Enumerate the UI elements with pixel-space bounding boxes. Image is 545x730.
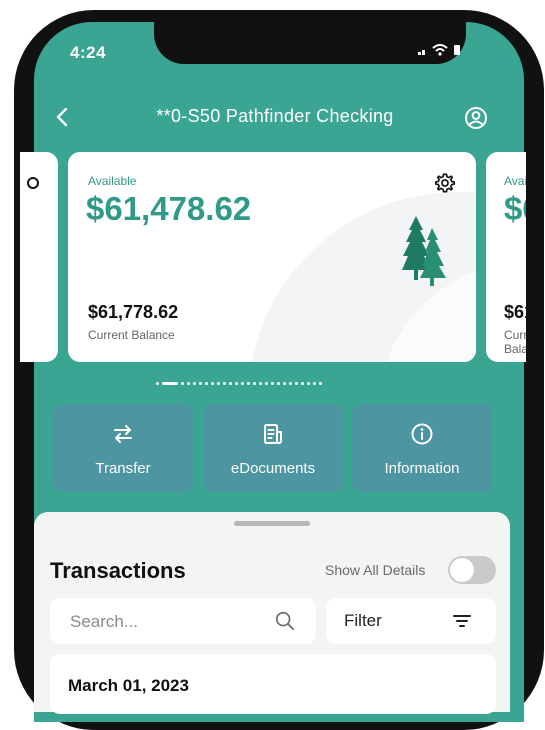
- pager-dot[interactable]: [283, 381, 286, 385]
- search-field[interactable]: [50, 598, 316, 644]
- pager-dot[interactable]: [181, 381, 184, 385]
- pager-dot[interactable]: [223, 381, 226, 385]
- pager-dot-active[interactable]: [162, 381, 178, 385]
- pager-dot[interactable]: [187, 381, 190, 385]
- edocuments-button[interactable]: eDocuments: [203, 404, 343, 492]
- pager-dot[interactable]: [289, 381, 292, 385]
- info-icon: [411, 423, 433, 445]
- pager-dot[interactable]: [229, 381, 232, 385]
- next-card-current-amount: $61,778.62: [504, 302, 526, 322]
- account-card-previous[interactable]: [20, 152, 58, 362]
- pager-dot[interactable]: [301, 381, 304, 385]
- gear-icon[interactable]: [434, 172, 456, 194]
- account-card[interactable]: Available $61,478.62 $61,778.62 Current …: [68, 152, 476, 362]
- current-balance-label: Current Balance: [88, 328, 175, 342]
- search-icon[interactable]: [274, 610, 296, 632]
- pager-dot[interactable]: [319, 381, 322, 385]
- pager-dot[interactable]: [259, 381, 262, 385]
- show-all-details-label: Show All Details: [325, 562, 426, 578]
- pager-dot[interactable]: [193, 381, 196, 385]
- show-all-details-toggle[interactable]: [448, 556, 496, 584]
- transaction-row[interactable]: March 01, 2023: [50, 654, 496, 714]
- signal-icon: [418, 45, 426, 55]
- filter-label: Filter: [344, 611, 382, 630]
- pine-trees-logo: [402, 216, 446, 286]
- pager-dot[interactable]: [295, 381, 298, 385]
- page-title: **0-S50 Pathfinder Checking: [156, 106, 394, 126]
- information-button[interactable]: Information: [352, 404, 492, 492]
- next-card-available-label: Available: [504, 174, 526, 188]
- profile-button[interactable]: [462, 104, 490, 132]
- user-circle-icon: [465, 107, 487, 129]
- chevron-left-icon: [56, 107, 68, 127]
- current-balance-amount: $61,778.62: [88, 302, 179, 322]
- back-button[interactable]: [52, 104, 72, 130]
- available-balance: $61,478.62: [86, 190, 252, 227]
- card-pager[interactable]: [156, 380, 322, 386]
- information-label: Information: [384, 460, 460, 477]
- pager-dot[interactable]: [156, 381, 159, 385]
- pager-dot[interactable]: [247, 381, 250, 385]
- wifi-icon: [432, 44, 448, 56]
- available-label: Available: [88, 174, 137, 188]
- pager-dot[interactable]: [211, 381, 214, 385]
- pager-dot[interactable]: [271, 381, 274, 385]
- edocuments-label: eDocuments: [230, 460, 316, 477]
- device-notch: [154, 22, 466, 64]
- transfer-label: Transfer: [95, 460, 151, 477]
- filter-button[interactable]: Filter: [326, 598, 496, 644]
- pager-dot[interactable]: [253, 381, 256, 385]
- search-input[interactable]: [68, 611, 262, 633]
- account-card-next[interactable]: Available $61,478.62 $61,778.62 Current …: [486, 152, 526, 362]
- transfer-button[interactable]: Transfer: [53, 404, 193, 492]
- pager-dot[interactable]: [277, 381, 280, 385]
- sheet-grabber[interactable]: [234, 521, 310, 526]
- status-time: 4:24: [70, 43, 107, 62]
- filter-lines-icon: [453, 615, 471, 627]
- battery-icon: [454, 45, 460, 55]
- transfer-arrows-icon: [114, 425, 132, 443]
- document-icon: [264, 424, 282, 444]
- gear-icon: [27, 177, 39, 189]
- status-icons: [418, 44, 460, 56]
- toggle-knob: [450, 558, 474, 582]
- transactions-title: Transactions: [50, 558, 186, 583]
- pager-dot[interactable]: [307, 381, 310, 385]
- transaction-date-header: March 01, 2023: [68, 676, 189, 695]
- pager-dot[interactable]: [217, 381, 220, 385]
- pager-dot[interactable]: [265, 381, 268, 385]
- pager-dot[interactable]: [241, 381, 244, 385]
- next-card-available-amount: $61,478.62: [504, 190, 526, 227]
- transactions-sheet: Transactions Show All Details Filter Mar…: [34, 512, 510, 714]
- pager-dot[interactable]: [199, 381, 202, 385]
- pager-dot[interactable]: [235, 381, 238, 385]
- pager-dot[interactable]: [205, 381, 208, 385]
- pager-dot[interactable]: [313, 381, 316, 385]
- next-card-current-label: Current Balance: [504, 328, 526, 356]
